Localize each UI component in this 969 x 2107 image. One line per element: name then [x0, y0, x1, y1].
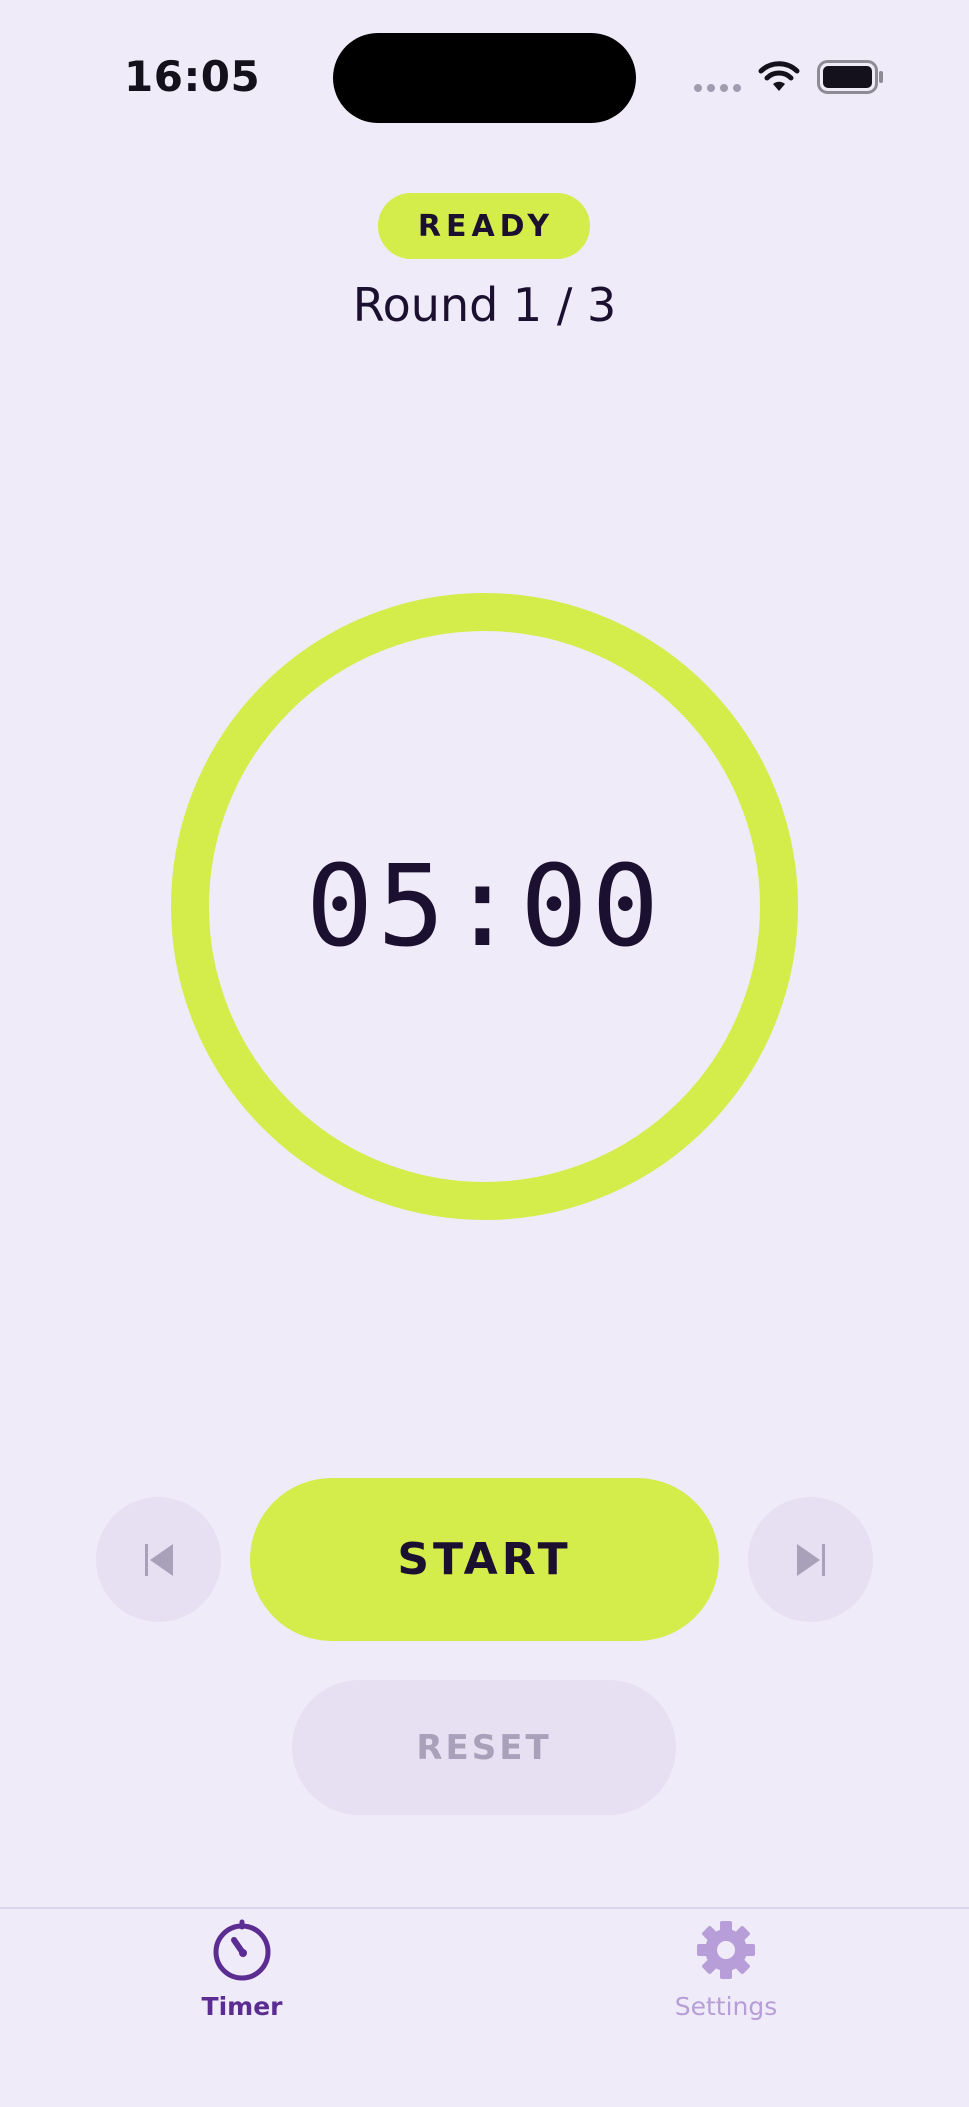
skip-next-icon [796, 1543, 825, 1576]
tab-bar-divider [0, 1907, 969, 1909]
round-counter: Round 1 / 3 [352, 278, 617, 332]
tab-settings[interactable]: Settings [626, 1918, 826, 2021]
start-button[interactable]: START [250, 1478, 719, 1641]
tab-timer-label: Timer [201, 1992, 283, 2021]
reset-button[interactable]: RESET [292, 1680, 676, 1815]
tab-timer[interactable]: Timer [142, 1918, 342, 2021]
state-badge: READY [378, 193, 590, 259]
next-round-button[interactable] [748, 1497, 873, 1622]
skip-previous-icon [144, 1543, 173, 1576]
dynamic-island [333, 33, 636, 123]
tab-settings-label: Settings [674, 1992, 778, 2021]
wifi-icon [758, 61, 800, 91]
gear-icon [697, 1921, 755, 1979]
previous-round-button[interactable] [96, 1497, 221, 1622]
countdown-display: 05:00 [305, 841, 664, 972]
status-bar-time: 16:05 [124, 52, 261, 101]
battery-icon [817, 60, 883, 94]
stopwatch-icon [213, 1919, 271, 1981]
cellular-signal-icon [694, 84, 741, 92]
